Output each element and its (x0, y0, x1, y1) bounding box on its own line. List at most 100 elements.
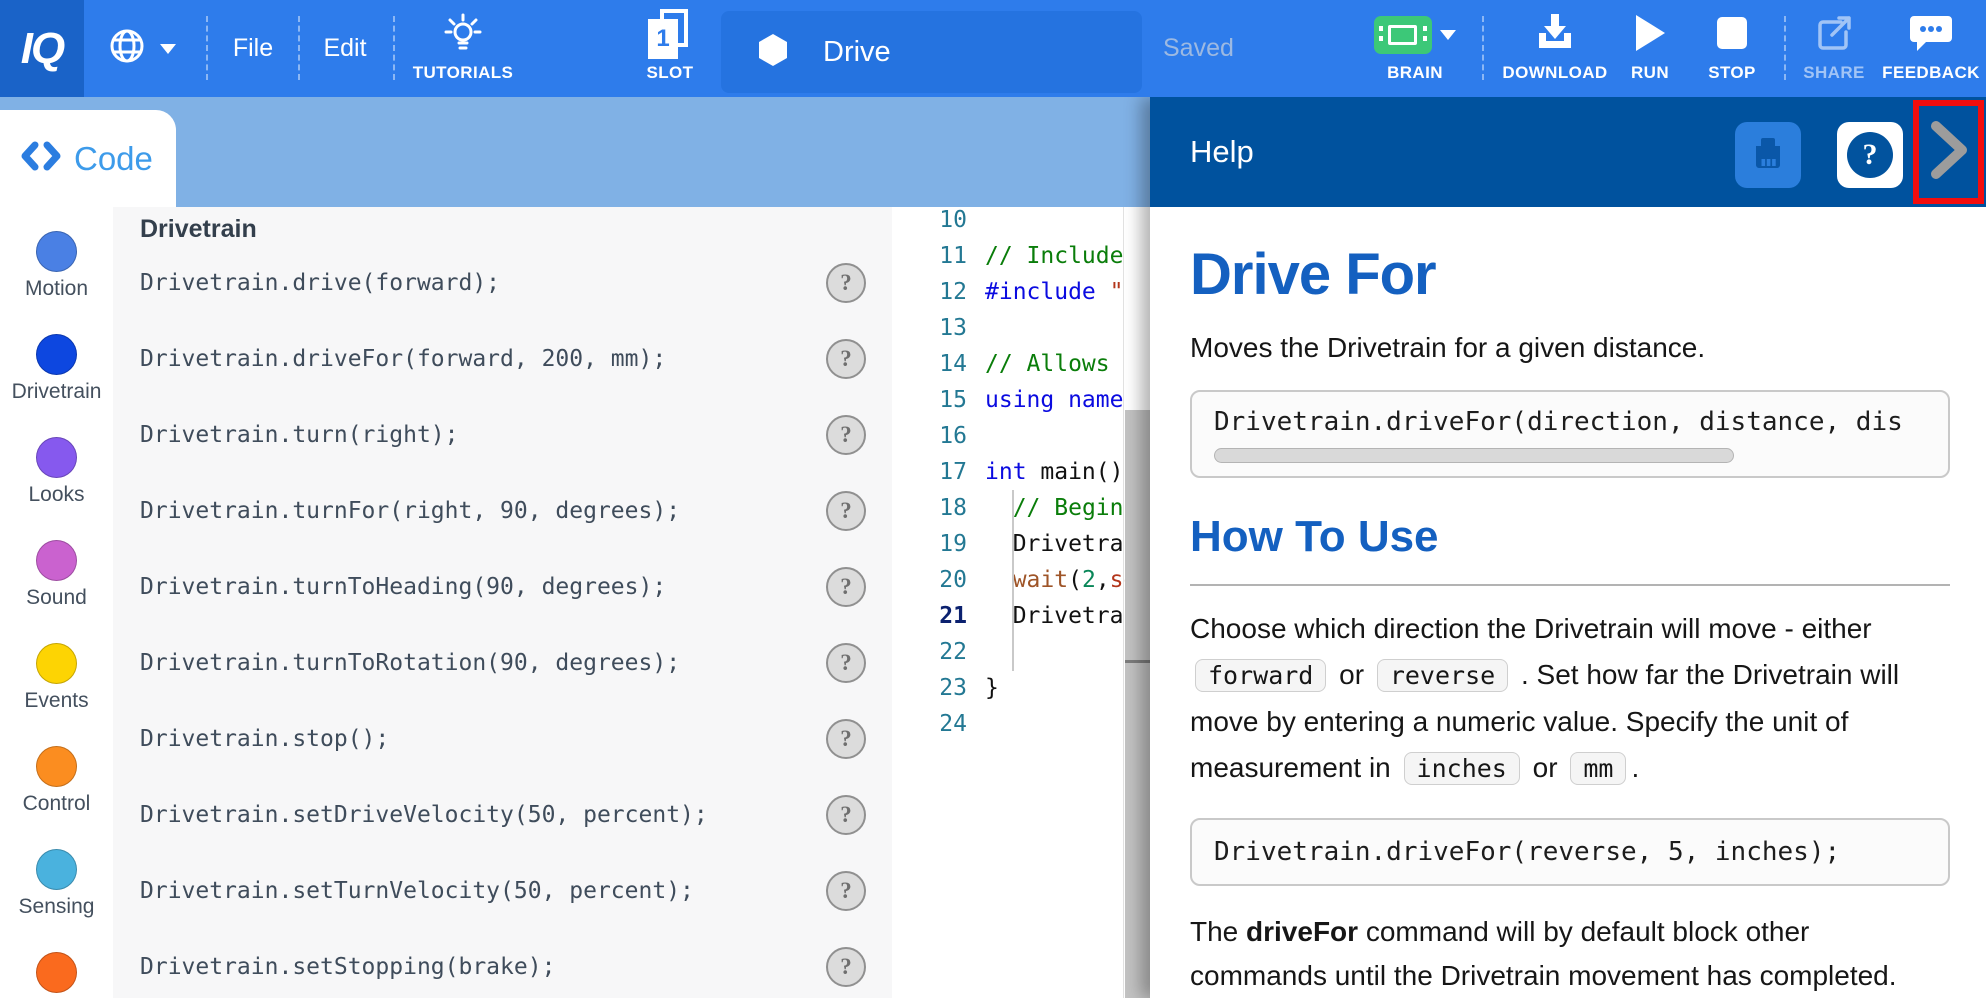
sidebar-item-drivetrain[interactable]: Drivetrain (0, 334, 113, 404)
toolbar-divider (1784, 16, 1786, 80)
category-sidebar: Motion Drivetrain Looks Sound Events Control S… (0, 207, 113, 998)
run-label: RUN (1631, 64, 1669, 81)
run-button[interactable]: RUN (1618, 0, 1682, 97)
command-help-button[interactable]: ? (826, 719, 866, 759)
command-label[interactable]: Drivetrain.turn(right); (140, 422, 459, 448)
editor-line: 16 (892, 418, 1150, 454)
share-button[interactable]: SHARE (1794, 0, 1874, 97)
editor-line: 15using name (892, 382, 1150, 418)
download-button[interactable]: DOWNLOAD (1490, 0, 1620, 97)
sidebar-item-sensing[interactable]: Sensing (0, 849, 113, 919)
command-label[interactable]: Drivetrain.driveFor(forward, 200, mm); (140, 346, 666, 372)
command-help-button[interactable]: ? (826, 415, 866, 455)
feedback-button[interactable]: FEEDBACK (1880, 0, 1982, 97)
sidebar-item-events[interactable]: Events (0, 643, 113, 713)
editor-lines: 1011// Include12#include "1314// Allows1… (892, 207, 1150, 742)
variables-category-icon (36, 952, 77, 993)
code-token: , (1096, 567, 1110, 593)
sidebar-item-control[interactable]: Control (0, 746, 113, 816)
code-token: // Include (985, 243, 1123, 269)
vex-iq-logo[interactable]: IQ (0, 0, 84, 97)
command-row: Drivetrain.turnToHeading(90, degrees);? (113, 549, 892, 625)
command-help-button[interactable]: ? (826, 643, 866, 683)
command-help-button[interactable]: ? (826, 339, 866, 379)
code-token: } (985, 675, 999, 701)
line-number: 22 (892, 634, 967, 670)
sidebar-item-variables[interactable]: Variables (0, 952, 113, 998)
command-row: Drivetrain.drive(forward);? (113, 245, 892, 321)
code-editor[interactable]: 1011// Include12#include "1314// Allows1… (892, 207, 1150, 998)
indent-guide (1012, 490, 1014, 671)
signature-code: Drivetrain.driveFor(direction, distance,… (1214, 407, 1903, 437)
line-number: 13 (892, 310, 967, 346)
command-help-button[interactable]: ? (826, 947, 866, 987)
globe-icon (104, 23, 150, 74)
command-label[interactable]: Drivetrain.turnToRotation(90, degrees); (140, 650, 680, 676)
code-token: // Begin (1013, 495, 1124, 521)
chevron-down-icon (1440, 30, 1456, 40)
brain-device-icon (1748, 133, 1788, 178)
toolbar-divider (206, 16, 208, 80)
sidebar-item-motion[interactable]: Motion (0, 231, 113, 301)
sidebar-item-looks[interactable]: Looks (0, 437, 113, 507)
category-label: Events (24, 689, 88, 713)
help-question-mark-button[interactable]: ? (1837, 122, 1903, 188)
command-help-button[interactable]: ? (826, 263, 866, 303)
command-group-header: Drivetrain (140, 215, 892, 245)
category-label: Sensing (19, 895, 95, 919)
feedback-icon (1908, 12, 1954, 59)
editor-line: 18 // Begin (892, 490, 1150, 526)
category-label: Control (23, 792, 91, 816)
command-help-button[interactable]: ? (826, 871, 866, 911)
section-divider (1190, 584, 1950, 586)
code-box-horizontal-scrollbar[interactable] (1214, 448, 1734, 463)
line-number: 12 (892, 274, 967, 310)
editor-right-border (1123, 207, 1124, 998)
stop-button[interactable]: STOP (1696, 0, 1768, 97)
slot-button[interactable]: 1 SLOT (628, 0, 712, 97)
slot-icon: 1 (648, 9, 692, 61)
line-number: 23 (892, 670, 967, 706)
sensing-category-icon (36, 849, 77, 890)
line-number: 18 (892, 490, 967, 526)
play-icon (1633, 13, 1667, 58)
language-globe-button[interactable] (104, 0, 176, 97)
help-panel: Help ? Drive For Moves the Drivetrain fo… (1150, 97, 1986, 998)
brain-icon (1374, 16, 1432, 54)
code-token: int (985, 459, 1027, 485)
device-info-button[interactable] (1735, 122, 1801, 188)
command-label[interactable]: Drivetrain.turnToHeading(90, degrees); (140, 574, 666, 600)
doc-intro: Moves the Drivetrain for a given distanc… (1190, 332, 1950, 364)
note-paragraph: The driveFor command will by default blo… (1190, 910, 1950, 998)
command-label[interactable]: Drivetrain.setDriveVelocity(50, percent)… (140, 802, 708, 828)
brain-button[interactable]: BRAIN (1352, 0, 1478, 97)
code-panel-header: Code (0, 97, 1150, 207)
command-label[interactable]: Drivetrain.setStopping(brake); (140, 954, 555, 980)
code-token: using name (985, 387, 1123, 413)
file-menu[interactable]: File (218, 0, 288, 97)
command-label[interactable]: Drivetrain.stop(); (140, 726, 389, 752)
command-label[interactable]: Drivetrain.drive(forward); (140, 270, 500, 296)
line-code: int main() (985, 454, 1123, 490)
chevron-right-icon (1926, 118, 1972, 187)
editor-line: 21 Drivetrain (892, 598, 1150, 634)
editor-line: 22 (892, 634, 1150, 670)
tab-code[interactable]: Code (0, 110, 176, 207)
sidebar-item-sound[interactable]: Sound (0, 540, 113, 610)
editor-line: 19 Drivetrain (892, 526, 1150, 562)
category-label: Drivetrain (12, 380, 102, 404)
command-help-button[interactable]: ? (826, 491, 866, 531)
edit-menu[interactable]: Edit (310, 0, 380, 97)
tutorials-label: TUTORIALS (413, 64, 514, 81)
command-help-button[interactable]: ? (826, 567, 866, 607)
tutorials-button[interactable]: TUTORIALS (405, 0, 521, 97)
help-collapse-button[interactable] (1924, 119, 1974, 185)
command-label[interactable]: Drivetrain.setTurnVelocity(50, percent); (140, 878, 694, 904)
command-label[interactable]: Drivetrain.turnFor(right, 90, degrees); (140, 498, 680, 524)
project-name-button[interactable]: Drive (721, 11, 1142, 93)
editor-vertical-scrollbar[interactable] (1125, 410, 1150, 998)
command-help-button[interactable]: ? (826, 795, 866, 835)
category-label: Looks (28, 483, 84, 507)
line-number: 20 (892, 562, 967, 598)
command-row: Drivetrain.stop();? (113, 701, 892, 777)
